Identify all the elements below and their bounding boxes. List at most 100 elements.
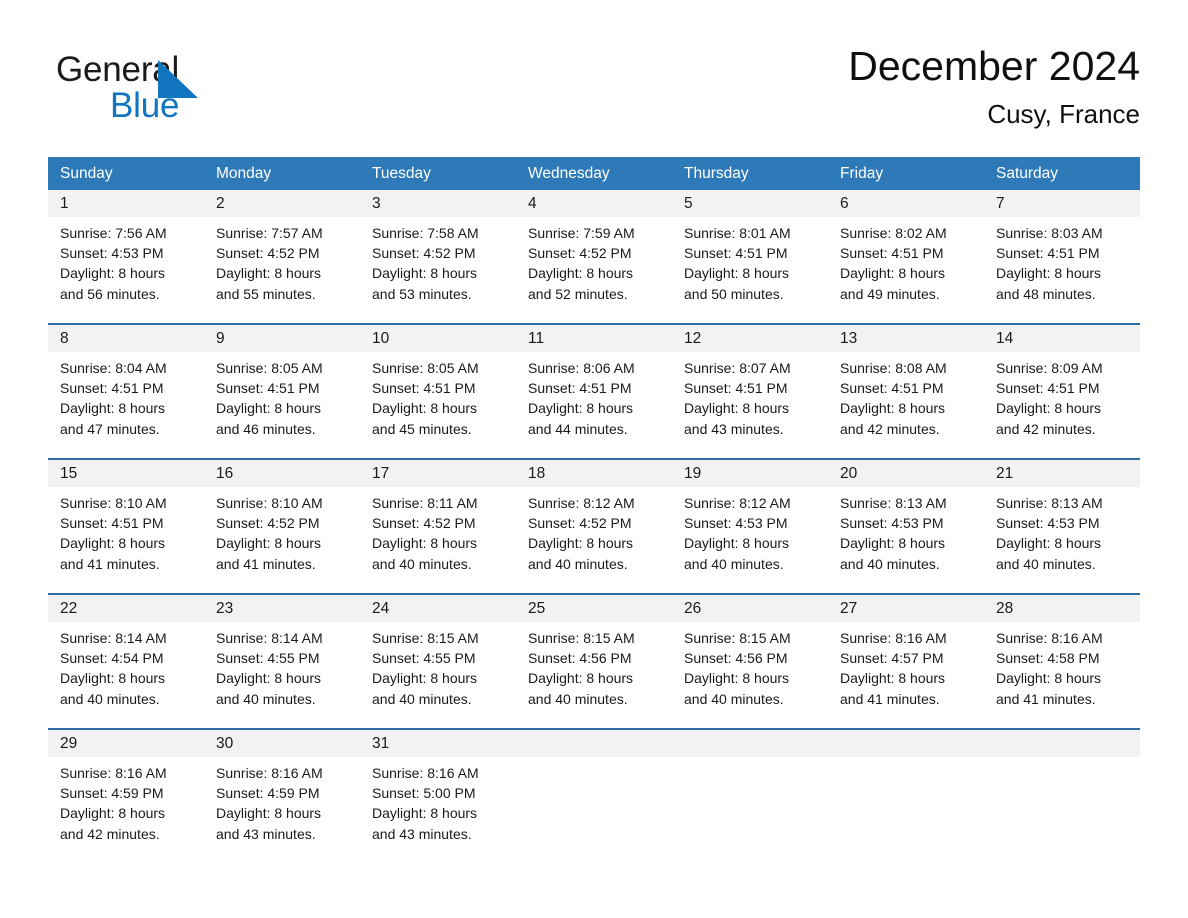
calendar-day-cell[interactable]: 15 Sunrise: 8:10 AM Sunset: 4:51 PM Dayligh…	[48, 460, 204, 593]
calendar-day-cell[interactable]: 29 Sunrise: 8:16 AM Sunset: 4:59 PM Dayligh…	[48, 730, 204, 863]
daylight-text-line1: Daylight: 8 hours	[372, 805, 478, 822]
daylight-text-line1: Daylight: 8 hours	[216, 535, 322, 552]
day-number: 13	[828, 325, 984, 352]
calendar-day-cell[interactable]: 17 Sunrise: 8:11 AM Sunset: 4:52 PM Dayligh…	[360, 460, 516, 593]
day-number: 14	[984, 325, 1140, 352]
calendar-day-cell[interactable]: 1 Sunrise: 7:56 AM Sunset: 4:53 PM Daylight…	[48, 190, 204, 323]
daylight-text-line1: Daylight: 8 hours	[216, 670, 322, 687]
daylight-text-line1: Daylight: 8 hours	[840, 535, 946, 552]
calendar-day-cell[interactable]: 10 Sunrise: 8:05 AM Sunset: 4:51 PM Dayligh…	[360, 325, 516, 458]
calendar-day-cell[interactable]: 11 Sunrise: 8:06 AM Sunset: 4:51 PM Dayligh…	[516, 325, 672, 458]
calendar-day-cell[interactable]: 2 Sunrise: 7:57 AM Sunset: 4:52 PM Daylight…	[204, 190, 360, 323]
daylight-text-line2: and 47 minutes.	[60, 420, 160, 437]
day-details: Sunrise: 8:16 AM Sunset: 5:00 PM Daylight:…	[360, 757, 516, 844]
day-details: Sunrise: 7:57 AM Sunset: 4:52 PM Daylight:…	[204, 217, 360, 304]
calendar-day-cell[interactable]: 4 Sunrise: 7:59 AM Sunset: 4:52 PM Daylight…	[516, 190, 672, 323]
day-number: 9	[204, 325, 360, 352]
calendar-week-row: 29 Sunrise: 8:16 AM Sunset: 4:59 PM Dayligh…	[48, 728, 1140, 863]
daylight-text-line2: and 46 minutes.	[216, 420, 316, 437]
weekday-header-thursday: Thursday	[684, 165, 749, 182]
day-details: Sunrise: 8:12 AM Sunset: 4:53 PM Daylight:…	[672, 487, 828, 574]
weekday-header-friday: Friday	[840, 165, 884, 182]
daylight-text-line2: and 53 minutes.	[372, 285, 472, 302]
calendar-day-cell[interactable]: 27 Sunrise: 8:16 AM Sunset: 4:57 PM Dayligh…	[828, 595, 984, 728]
day-details: Sunrise: 8:13 AM Sunset: 4:53 PM Daylight:…	[828, 487, 984, 574]
title-block: December 2024 Cusy, France	[848, 40, 1140, 130]
calendar-day-cell[interactable]: 20 Sunrise: 8:13 AM Sunset: 4:53 PM Dayligh…	[828, 460, 984, 593]
day-details: Sunrise: 8:03 AM Sunset: 4:51 PM Daylight:…	[984, 217, 1140, 304]
daylight-text-line2: and 41 minutes.	[996, 690, 1096, 707]
calendar-day-cell[interactable]: 3 Sunrise: 7:58 AM Sunset: 4:52 PM Daylight…	[360, 190, 516, 323]
sunrise-text: Sunrise: 8:10 AM	[60, 495, 167, 511]
calendar-day-cell[interactable]: 30 Sunrise: 8:16 AM Sunset: 4:59 PM Dayligh…	[204, 730, 360, 863]
weekday-header-monday: Monday	[216, 165, 272, 182]
sunrise-text: Sunrise: 8:16 AM	[840, 630, 947, 646]
day-details: Sunrise: 8:15 AM Sunset: 4:56 PM Daylight:…	[672, 622, 828, 709]
calendar-day-cell[interactable]: 5 Sunrise: 8:01 AM Sunset: 4:51 PM Daylight…	[672, 190, 828, 323]
calendar-day-cell[interactable]: 19 Sunrise: 8:12 AM Sunset: 4:53 PM Dayligh…	[672, 460, 828, 593]
sunset-text: Sunset: 4:51 PM	[840, 245, 944, 262]
daylight-text-line2: and 41 minutes.	[60, 555, 160, 572]
day-details: Sunrise: 8:08 AM Sunset: 4:51 PM Daylight:…	[828, 352, 984, 439]
sunset-text: Sunset: 4:51 PM	[996, 380, 1100, 397]
sunset-text: Sunset: 4:56 PM	[528, 650, 632, 667]
sunset-text: Sunset: 4:51 PM	[684, 245, 788, 262]
day-number: 1	[48, 190, 204, 217]
calendar-day-cell-empty	[828, 730, 984, 863]
general-blue-logo-icon[interactable]: General Blue	[56, 50, 276, 134]
day-details: Sunrise: 8:10 AM Sunset: 4:52 PM Daylight:…	[204, 487, 360, 574]
day-details: Sunrise: 8:14 AM Sunset: 4:55 PM Daylight:…	[204, 622, 360, 709]
calendar-day-cell[interactable]: 12 Sunrise: 8:07 AM Sunset: 4:51 PM Dayligh…	[672, 325, 828, 458]
calendar-day-cell[interactable]: 26 Sunrise: 8:15 AM Sunset: 4:56 PM Dayligh…	[672, 595, 828, 728]
daylight-text-line1: Daylight: 8 hours	[996, 670, 1102, 687]
calendar-day-cell[interactable]: 6 Sunrise: 8:02 AM Sunset: 4:51 PM Daylight…	[828, 190, 984, 323]
day-details: Sunrise: 8:15 AM Sunset: 4:55 PM Daylight:…	[360, 622, 516, 709]
sunrise-text: Sunrise: 8:08 AM	[840, 360, 947, 376]
sunrise-text: Sunrise: 8:10 AM	[216, 495, 323, 511]
calendar-day-cell[interactable]: 9 Sunrise: 8:05 AM Sunset: 4:51 PM Daylight…	[204, 325, 360, 458]
daylight-text-line1: Daylight: 8 hours	[528, 265, 634, 282]
sunset-text: Sunset: 4:51 PM	[996, 245, 1100, 262]
daylight-text-line2: and 42 minutes.	[996, 420, 1096, 437]
daylight-text-line2: and 41 minutes.	[216, 555, 316, 572]
calendar-day-cell[interactable]: 31 Sunrise: 8:16 AM Sunset: 5:00 PM Dayligh…	[360, 730, 516, 863]
daylight-text-line2: and 43 minutes.	[684, 420, 784, 437]
daylight-text-line1: Daylight: 8 hours	[216, 265, 322, 282]
calendar-day-cell[interactable]: 7 Sunrise: 8:03 AM Sunset: 4:51 PM Daylight…	[984, 190, 1140, 323]
day-details: Sunrise: 8:02 AM Sunset: 4:51 PM Daylight:…	[828, 217, 984, 304]
daylight-text-line1: Daylight: 8 hours	[528, 670, 634, 687]
calendar-day-cell[interactable]: 22 Sunrise: 8:14 AM Sunset: 4:54 PM Dayligh…	[48, 595, 204, 728]
calendar-page: General Blue December 2024 Cusy, France …	[0, 0, 1188, 918]
sunrise-text: Sunrise: 8:15 AM	[528, 630, 635, 646]
sunrise-text: Sunrise: 8:16 AM	[216, 765, 323, 781]
calendar-day-cell[interactable]: 13 Sunrise: 8:08 AM Sunset: 4:51 PM Dayligh…	[828, 325, 984, 458]
sunset-text: Sunset: 4:59 PM	[216, 785, 320, 802]
calendar-day-cell[interactable]: 8 Sunrise: 8:04 AM Sunset: 4:51 PM Daylight…	[48, 325, 204, 458]
calendar-day-cell[interactable]: 14 Sunrise: 8:09 AM Sunset: 4:51 PM Dayligh…	[984, 325, 1140, 458]
calendar-weeks: 1 Sunrise: 7:56 AM Sunset: 4:53 PM Daylight…	[48, 190, 1140, 863]
calendar-day-cell[interactable]: 23 Sunrise: 8:14 AM Sunset: 4:55 PM Dayligh…	[204, 595, 360, 728]
calendar-day-cell[interactable]: 18 Sunrise: 8:12 AM Sunset: 4:52 PM Dayligh…	[516, 460, 672, 593]
sunset-text: Sunset: 4:51 PM	[216, 380, 320, 397]
day-number: 29	[48, 730, 204, 757]
page-header: General Blue December 2024 Cusy, France	[48, 40, 1140, 150]
calendar-day-cell[interactable]: 25 Sunrise: 8:15 AM Sunset: 4:56 PM Dayligh…	[516, 595, 672, 728]
calendar-week-row: 22 Sunrise: 8:14 AM Sunset: 4:54 PM Dayligh…	[48, 593, 1140, 728]
day-number: 5	[672, 190, 828, 217]
day-details: Sunrise: 8:16 AM Sunset: 4:59 PM Daylight:…	[48, 757, 204, 844]
day-details: Sunrise: 7:59 AM Sunset: 4:52 PM Daylight:…	[516, 217, 672, 304]
daylight-text-line2: and 50 minutes.	[684, 285, 784, 302]
day-details: Sunrise: 8:15 AM Sunset: 4:56 PM Daylight:…	[516, 622, 672, 709]
daylight-text-line1: Daylight: 8 hours	[372, 400, 478, 417]
calendar-day-cell[interactable]: 24 Sunrise: 8:15 AM Sunset: 4:55 PM Dayligh…	[360, 595, 516, 728]
day-number: 6	[828, 190, 984, 217]
calendar-day-cell[interactable]: 16 Sunrise: 8:10 AM Sunset: 4:52 PM Dayligh…	[204, 460, 360, 593]
calendar-day-cell[interactable]: 21 Sunrise: 8:13 AM Sunset: 4:53 PM Dayligh…	[984, 460, 1140, 593]
calendar-day-cell[interactable]: 28 Sunrise: 8:16 AM Sunset: 4:58 PM Dayligh…	[984, 595, 1140, 728]
brand-name-blue: Blue	[110, 86, 180, 125]
sunset-text: Sunset: 4:53 PM	[684, 515, 788, 532]
daylight-text-line2: and 40 minutes.	[60, 690, 160, 707]
day-number: 16	[204, 460, 360, 487]
day-details: Sunrise: 7:56 AM Sunset: 4:53 PM Daylight:…	[48, 217, 204, 304]
sunrise-text: Sunrise: 7:57 AM	[216, 225, 323, 241]
